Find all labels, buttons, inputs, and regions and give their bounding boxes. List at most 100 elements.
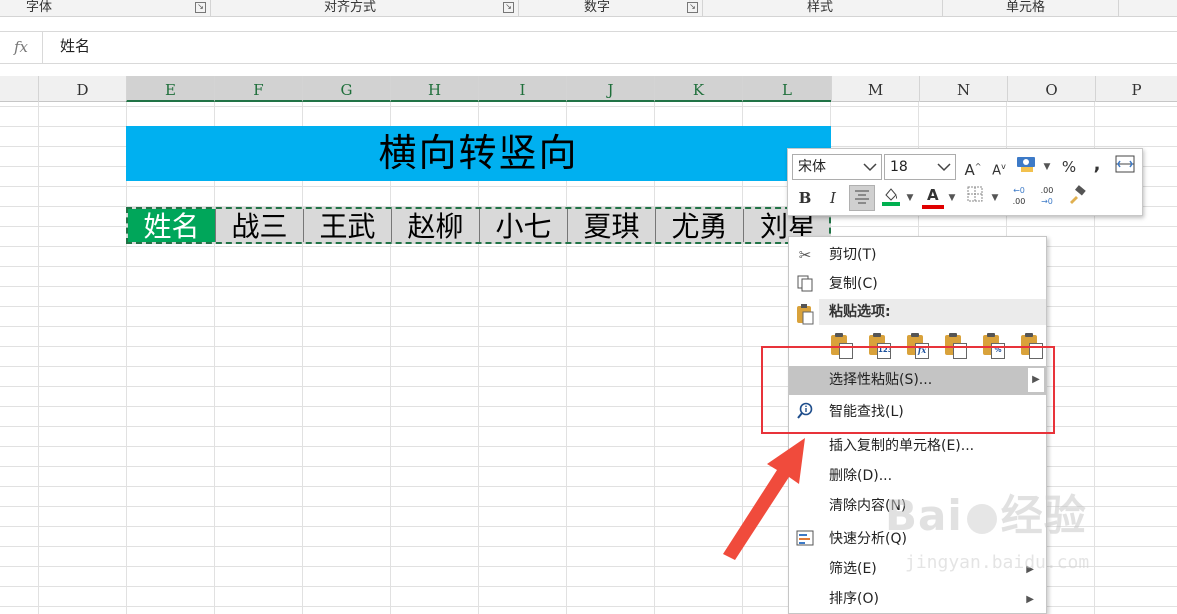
data-cell[interactable]: 小七 (480, 209, 568, 242)
ribbon-group-cells: 单元格 (943, 0, 1119, 17)
watermark-text: Bai (885, 491, 963, 540)
column-header-p[interactable]: P (1095, 76, 1177, 102)
column-header-g[interactable]: G (302, 76, 390, 102)
ribbon-group-number: 数字 ↘ (519, 0, 703, 17)
increase-font-icon: A (964, 161, 975, 179)
increase-decimal-button[interactable]: ←0 .00 (1006, 185, 1032, 211)
font-color-button[interactable]: A (920, 185, 946, 211)
dialog-launcher-icon[interactable]: ↘ (687, 2, 698, 13)
column-header-f[interactable]: F (214, 76, 302, 102)
data-cell[interactable]: 赵柳 (392, 209, 480, 242)
formula-input[interactable]: 姓名 (48, 32, 90, 63)
chevron-down-icon (862, 158, 878, 182)
accounting-format-button[interactable] (1014, 154, 1040, 180)
menu-item-label: 筛选(E) (829, 561, 877, 577)
arrow-left-icon: ←0 (1013, 186, 1025, 195)
menu-item-label: 删除(D)... (829, 468, 893, 484)
ribbon-group-styles-label: 样式 (807, 0, 834, 15)
column-header-o[interactable]: O (1007, 76, 1095, 102)
copy-icon (795, 274, 815, 294)
format-painter-button[interactable] (1064, 185, 1090, 211)
column-header-e[interactable]: E (126, 76, 214, 102)
menu-item-cut[interactable]: ✂ 剪切(T) (789, 241, 1046, 270)
data-cell[interactable]: 王武 (304, 209, 392, 242)
menu-item-label: 剪切(T) (829, 247, 877, 263)
italic-button[interactable]: I (820, 185, 846, 211)
paste-icon (795, 303, 815, 325)
column-header-j[interactable]: J (566, 76, 654, 102)
menu-item-insert-copied-cells[interactable]: 插入复制的单元格(E)... (789, 432, 1046, 461)
title-cell[interactable]: 横向转竖向 (126, 126, 831, 181)
selected-row-range[interactable]: 姓名 战三 王武 赵柳 小七 夏琪 尤勇 刘星 (126, 207, 831, 244)
font-size-dropdown[interactable]: 18 (884, 154, 956, 180)
chevron-down-icon[interactable]: ▼ (990, 185, 1000, 211)
watermark-logo: Bai 经验 (885, 482, 1087, 543)
comma-style-button[interactable]: , (1084, 152, 1110, 178)
baidu-watermark: Bai 经验 jingyan.baidu.com (885, 482, 1125, 592)
column-header-i[interactable]: I (478, 76, 566, 102)
annotation-arrow-icon (723, 438, 805, 560)
paste-options-header: 粘贴选项: (819, 299, 1046, 325)
accounting-format-icon (1017, 157, 1035, 172)
column-header-m[interactable]: M (831, 76, 919, 102)
ribbon-group-styles: 样式 (703, 0, 943, 17)
chevron-down-icon[interactable]: ▼ (947, 185, 957, 211)
font-color-swatch (922, 205, 944, 209)
chevron-down-icon[interactable]: ▼ (1042, 154, 1052, 180)
menu-item-label: 复制(C) (829, 276, 878, 292)
decrease-decimal-button[interactable]: .00 →0 (1034, 185, 1060, 211)
cell-e-name-header[interactable]: 姓名 (128, 209, 216, 242)
mini-toolbar: 宋体 18 A^ Av ▼ % , B I ▼ A ▼ ▼ ←0 .00 .00… (787, 148, 1143, 216)
highlight-box (761, 346, 1055, 434)
font-name-value: 宋体 (798, 159, 826, 175)
formula-bar: fx 姓名 (0, 31, 1177, 64)
font-size-value: 18 (890, 159, 908, 175)
merge-center-button[interactable] (1112, 154, 1138, 180)
dialog-launcher-icon[interactable]: ↘ (195, 2, 206, 13)
data-cell[interactable]: 夏琪 (568, 209, 656, 242)
decrease-decimal-label: .00 (1040, 186, 1054, 195)
font-name-dropdown[interactable]: 宋体 (792, 154, 882, 180)
decrease-font-icon: A (992, 163, 1002, 179)
column-header-d[interactable]: D (38, 76, 126, 102)
increase-decimal-label: .00 (1012, 197, 1026, 206)
menu-item-label: 排序(O) (829, 591, 879, 607)
column-header-row: D E F G H I J K L M N O P (0, 76, 1177, 102)
ribbon-group-labels: 字体 ↘ 对齐方式 ↘ 数字 ↘ 样式 单元格 (0, 0, 1177, 17)
percent-style-button[interactable]: % (1056, 154, 1082, 180)
ribbon-group-font: 字体 ↘ (0, 0, 211, 17)
ribbon-group-alignment: 对齐方式 ↘ (211, 0, 519, 17)
ribbon-group-number-label: 数字 (584, 0, 611, 15)
data-cell[interactable]: 战三 (216, 209, 304, 242)
ribbon-group-cells-label: 单元格 (1006, 0, 1046, 15)
insert-function-icon[interactable]: fx (0, 32, 43, 63)
borders-button[interactable] (962, 185, 988, 211)
menu-item-copy[interactable]: 复制(C) (789, 270, 1046, 299)
scissors-icon: ✂ (798, 246, 812, 264)
arrow-right-icon: →0 (1041, 197, 1053, 206)
chevron-down-icon (936, 158, 952, 182)
column-header-h[interactable]: H (390, 76, 478, 102)
column-header-l[interactable]: L (742, 76, 831, 102)
menu-item-label: 插入复制的单元格(E)... (829, 438, 975, 454)
align-center-icon (855, 190, 869, 204)
chevron-down-icon[interactable]: ▼ (905, 185, 915, 211)
bold-button[interactable]: B (792, 185, 818, 211)
data-cell[interactable]: 尤勇 (656, 209, 744, 242)
merge-center-icon (1115, 155, 1135, 173)
decrease-font-size-button[interactable]: Av (986, 154, 1012, 180)
dialog-launcher-icon[interactable]: ↘ (503, 2, 514, 13)
fill-color-icon (882, 188, 900, 206)
align-center-button[interactable] (849, 185, 875, 211)
fill-color-button[interactable] (878, 185, 904, 211)
ribbon-group-alignment-label: 对齐方式 (324, 0, 377, 15)
borders-icon (967, 186, 983, 202)
format-painter-icon (1070, 185, 1086, 204)
watermark-text-2: 经验 (1000, 491, 1087, 540)
ribbon-group-font-label: 字体 (26, 0, 53, 15)
paw-icon (966, 503, 997, 534)
increase-font-size-button[interactable]: A^ (960, 154, 986, 180)
column-header-n[interactable]: N (919, 76, 1007, 102)
column-header-k[interactable]: K (654, 76, 742, 102)
watermark-url: jingyan.baidu.com (905, 552, 1090, 573)
